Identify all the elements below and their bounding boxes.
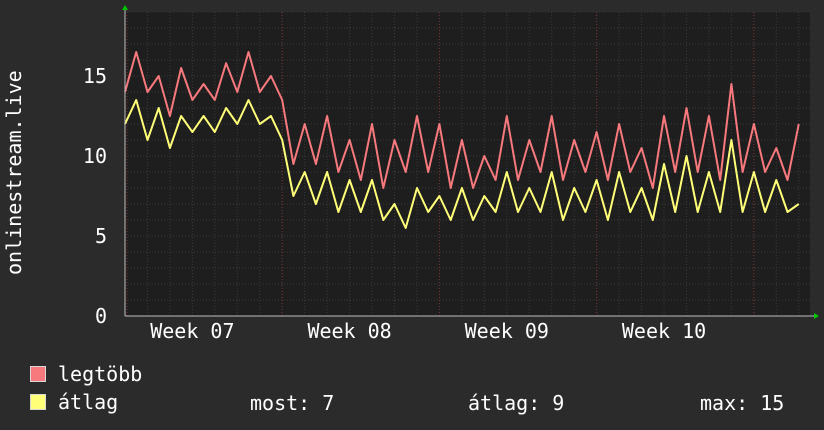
stat-max: max: 15 [700, 391, 785, 415]
y-tick-label: 15 [83, 64, 107, 88]
x-tick-label: Week 08 [307, 319, 391, 343]
stat-current: most: 7 [250, 391, 335, 415]
y-tick-label: 10 [83, 144, 107, 168]
x-axis-arrow [814, 313, 819, 319]
legend-item-avg: átlag [30, 390, 119, 414]
legend-swatch-max [30, 366, 46, 382]
y-tick-label: 0 [95, 304, 107, 328]
y-tick-label: 5 [95, 224, 107, 248]
y-axis-label: onlinestream.live [2, 70, 26, 275]
stat-average: átlag: 9 [468, 391, 565, 415]
y-axis-arrow [122, 5, 128, 10]
legend-swatch-avg [30, 394, 46, 410]
x-tick-label: Week 07 [150, 319, 234, 343]
x-tick-label: Week 10 [622, 319, 706, 343]
legend-label-avg: átlag [58, 390, 119, 414]
chart-root: 0 5 10 15 Week 07 Week 08 Week 09 Week 10 onlin… [0, 0, 824, 430]
legend-label-max: legtöbb [58, 362, 143, 386]
legend-item-max: legtöbb [30, 362, 143, 386]
x-tick-label: Week 09 [465, 319, 549, 343]
